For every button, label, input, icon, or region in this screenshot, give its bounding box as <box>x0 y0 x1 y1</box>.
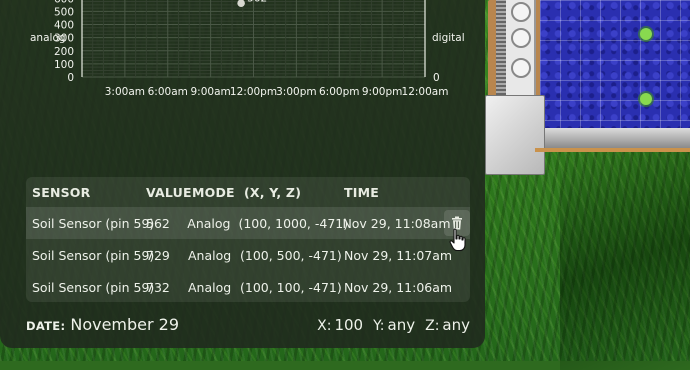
date-value[interactable]: November 29 <box>70 315 179 334</box>
hand-pointer-icon <box>449 228 466 252</box>
cell-sensor: Soil Sensor (pin 59) <box>32 247 155 263</box>
header-time: TIME <box>344 184 379 200</box>
chart-grid <box>81 0 426 78</box>
filter-footer: DATE: November 29 X: 100 Y: any Z: any <box>26 315 470 334</box>
x-tick-label: 9:00pm <box>362 86 402 98</box>
shadow-overlay <box>560 150 690 370</box>
z-filter[interactable]: Z: any <box>425 316 470 334</box>
header-xyz: (X, Y, Z) <box>244 184 302 200</box>
data-point[interactable] <box>237 0 245 8</box>
readings-table: SENSOR VALUE MODE (X, Y, Z) TIME Soil Se… <box>26 177 470 302</box>
table-header: SENSOR VALUE MODE (X, Y, Z) TIME <box>26 177 470 207</box>
cell-value: 732 <box>146 279 170 295</box>
x-tick-label: 6:00am <box>148 86 188 98</box>
sensor-history-chart: 7006005004003002001000103:00am6:00am9:00… <box>30 0 465 98</box>
date-label: DATE: <box>26 319 66 333</box>
left-tick-label: 600 <box>54 0 74 5</box>
left-tick-label: 200 <box>54 46 74 58</box>
right-tick-label: 0 <box>433 72 440 84</box>
gantry-head <box>485 95 545 175</box>
cell-mode: Analog <box>187 215 231 231</box>
right-axis-label: digital <box>432 32 465 44</box>
header-mode: MODE <box>192 184 235 200</box>
sensor-history-panel: 7006005004003002001000103:00am6:00am9:00… <box>0 0 485 348</box>
cell-sensor: Soil Sensor (pin 59) <box>32 215 155 231</box>
x-tick-label: 3:00am <box>105 86 145 98</box>
y-value: any <box>387 316 416 334</box>
cell-mode: Analog <box>188 279 232 295</box>
header-value: VALUE <box>146 184 192 200</box>
header-sensor: SENSOR <box>32 184 91 200</box>
table-row[interactable]: Soil Sensor (pin 59) 729 Analog (100, 50… <box>26 239 470 271</box>
x-value: 100 <box>334 316 364 334</box>
y-filter[interactable]: Y: any <box>373 316 415 334</box>
table-row[interactable]: Soil Sensor (pin 59) 562 Analog (100, 10… <box>26 207 470 239</box>
x-tick-label: 3:00pm <box>276 86 316 98</box>
left-tick-label: 0 <box>67 72 74 84</box>
tool-slot <box>511 58 531 78</box>
cell-mode: Analog <box>188 247 232 263</box>
z-value: any <box>442 316 470 334</box>
left-axis-label: analog <box>30 32 66 44</box>
table-row[interactable]: Soil Sensor (pin 59) 732 Analog (100, 10… <box>26 271 470 303</box>
data-point-label: 562 <box>247 0 267 4</box>
plant-icon <box>640 28 652 40</box>
x-tick-label: 12:00am <box>402 86 449 98</box>
chart-points: 562 <box>237 0 267 8</box>
x-label: X: <box>317 318 332 334</box>
cell-sensor: Soil Sensor (pin 59) <box>32 279 155 295</box>
gantry-bar <box>540 128 690 148</box>
cell-xyz: (100, 1000, -471) <box>238 215 349 231</box>
x-tick-label: 6:00pm <box>319 86 359 98</box>
cell-time: Nov 29, 11:08am <box>342 215 451 231</box>
cell-time: Nov 29, 11:06am <box>344 279 453 295</box>
cell-value: 562 <box>146 215 170 231</box>
x-tick-label: 9:00am <box>191 86 231 98</box>
cell-xyz: (100, 100, -471) <box>240 279 342 295</box>
bed-edge <box>535 148 690 152</box>
left-tick-label: 400 <box>54 20 74 32</box>
garden-bed-grid <box>540 0 690 128</box>
cell-value: 729 <box>146 247 170 263</box>
z-label: Z: <box>425 318 440 334</box>
left-tick-label: 500 <box>54 6 74 18</box>
y-label: Y: <box>373 318 385 334</box>
x-filter[interactable]: X: 100 <box>317 316 363 334</box>
x-tick-label: 12:00pm <box>230 86 277 98</box>
tool-slot <box>511 28 531 48</box>
tool-slot <box>511 2 531 22</box>
cell-xyz: (100, 500, -471) <box>240 247 342 263</box>
cell-time: Nov 29, 11:07am <box>344 247 453 263</box>
left-tick-label: 100 <box>54 59 74 71</box>
plant-icon <box>640 93 652 105</box>
